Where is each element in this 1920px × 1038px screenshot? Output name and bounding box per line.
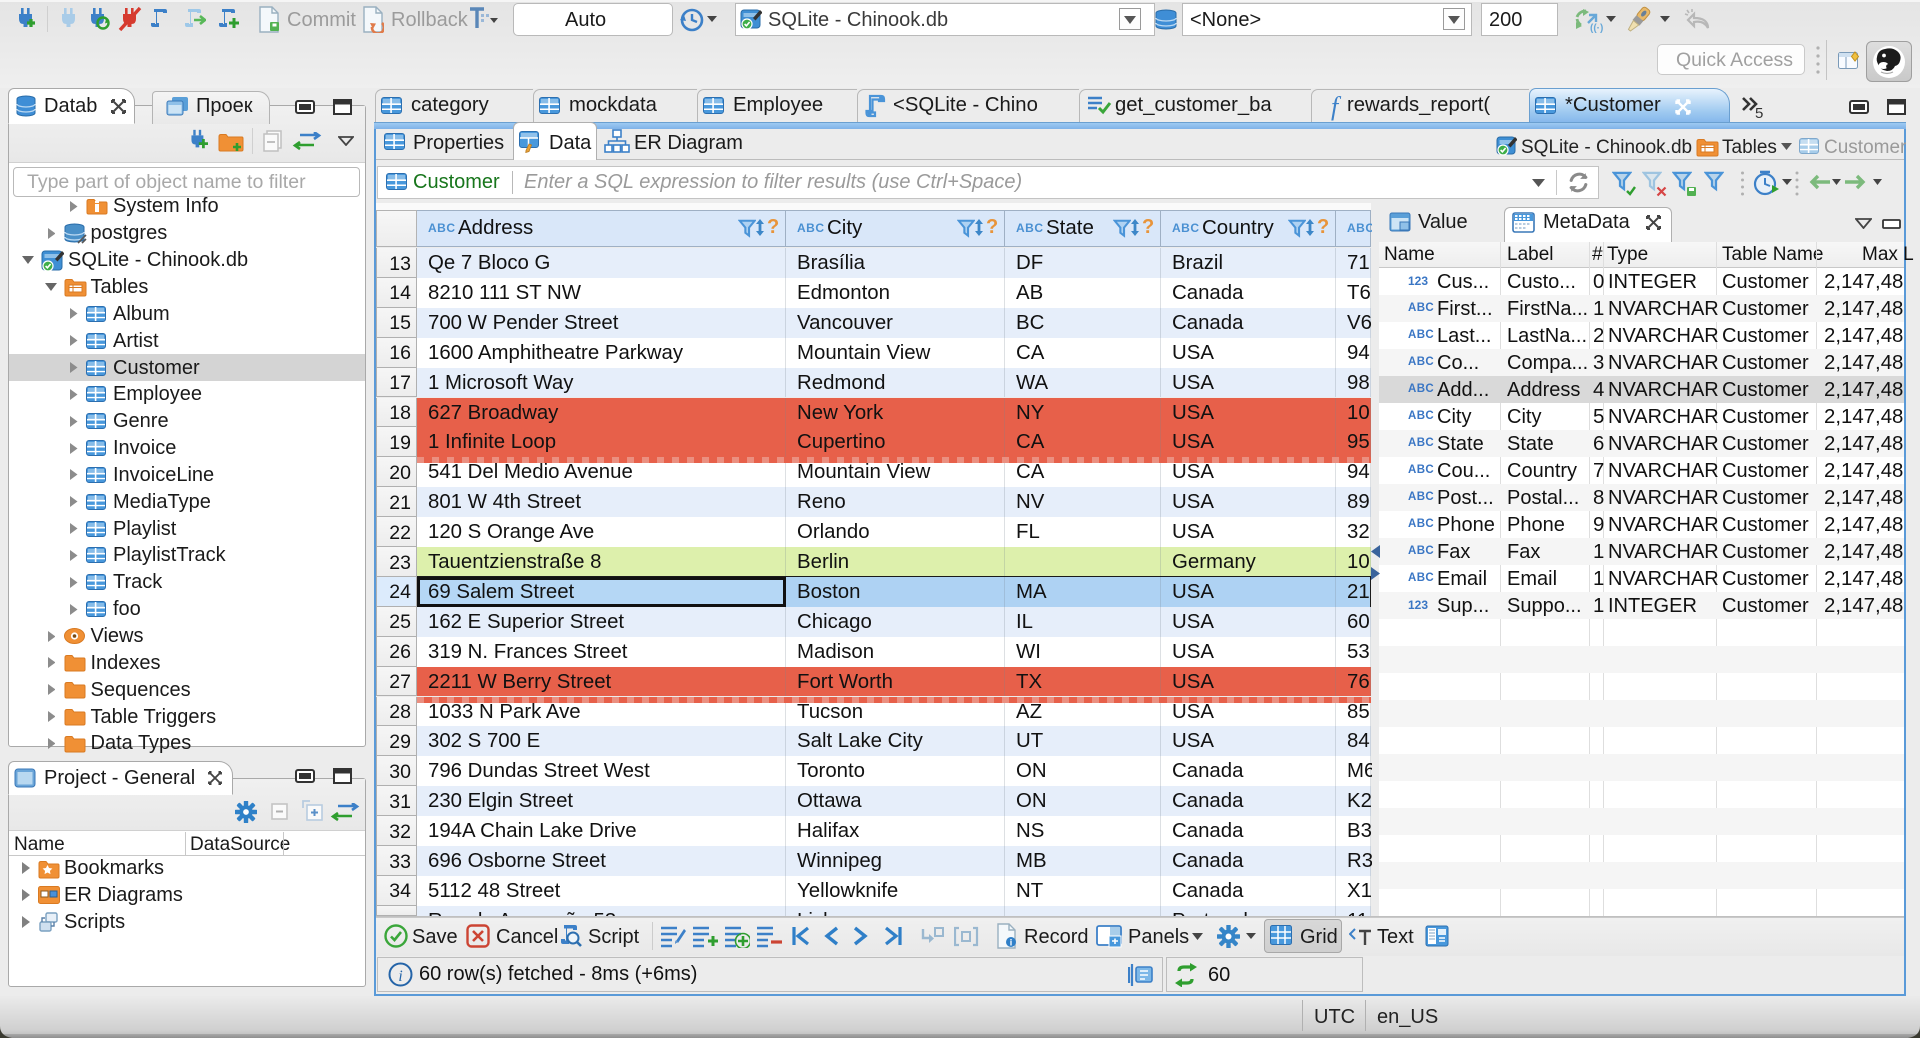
svg-text:5: 5	[1755, 105, 1763, 120]
svg-text:((·)): ((·))	[1590, 23, 1603, 34]
svg-text:i: i	[1010, 938, 1013, 948]
svg-text:i: i	[398, 968, 402, 985]
